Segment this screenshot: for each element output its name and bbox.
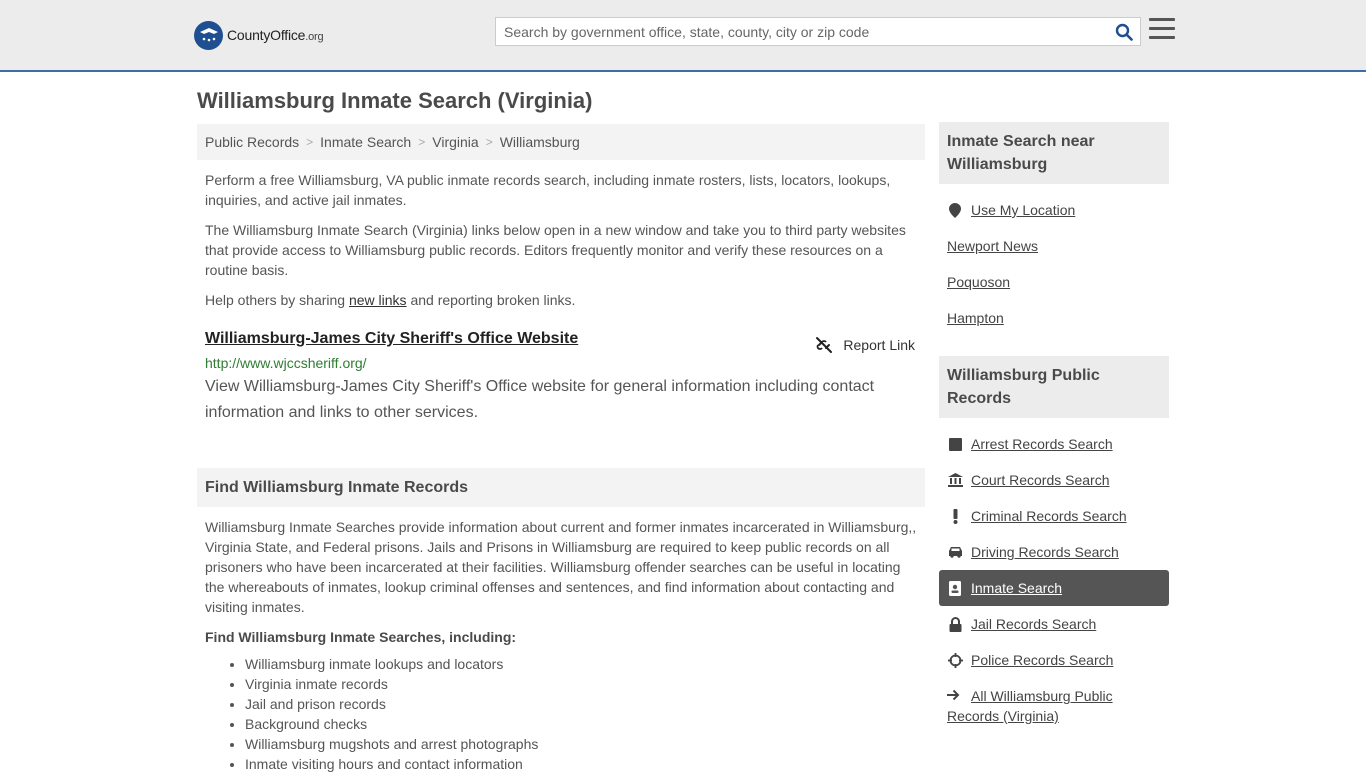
chevron-right-icon: > [306,135,314,149]
sidebar: Inmate Search near Williamsburg Use My L… [939,122,1169,726]
sidebar-item-inmate-search[interactable]: Inmate Search [939,570,1169,606]
page-title: Williamsburg Inmate Search (Virginia) [197,88,593,113]
sidebar-item-court-records[interactable]: Court Records Search [939,462,1169,498]
sheriff-office-link[interactable]: Williamsburg-James City Sheriff's Office… [205,330,578,347]
sidebar-item-arrest-records[interactable]: Arrest Records Search [939,426,1169,462]
list-item: Inmate visiting hours and contact inform… [245,754,925,774]
list-item: Background checks [245,714,925,734]
public-records-heading: Williamsburg Public Records [939,356,1169,418]
square-icon [947,437,963,451]
search-icon [1115,23,1133,41]
find-searches-subheading: Find Williamsburg Inmate Searches, inclu… [205,629,517,645]
find-records-paragraph: Williamsburg Inmate Searches provide inf… [205,519,917,615]
eagle-seal-icon [194,20,223,50]
near-heading: Inmate Search near Williamsburg [939,122,1169,184]
sidebar-item-poquoson[interactable]: Poquoson [939,264,1169,300]
site-logo[interactable]: CountyOffice.org [194,20,324,50]
search-types-list: Williamsburg inmate lookups and locators… [197,654,925,774]
resource-link-card: Williamsburg-James City Sheriff's Office… [197,330,925,426]
resource-description: View Williamsburg-James City Sheriff's O… [205,378,875,421]
sidebar-item-police-records[interactable]: Police Records Search [939,642,1169,678]
lock-icon [947,616,963,632]
exclamation-icon [947,508,963,524]
crosshair-icon [947,652,963,668]
hamburger-menu-icon[interactable] [1149,18,1175,44]
sidebar-item-all-records[interactable]: All Williamsburg Public Records (Virgini… [939,678,1169,726]
site-header: CountyOffice.org [0,0,1366,72]
main-content: Public Records > Inmate Search > Virgini… [197,124,925,774]
new-links-link[interactable]: new links [349,292,407,308]
search-button[interactable] [1108,18,1140,45]
sidebar-item-driving-records[interactable]: Driving Records Search [939,534,1169,570]
courthouse-icon [947,473,963,487]
id-badge-icon [947,580,963,596]
resource-url: http://www.wjccsheriff.org/ [205,355,367,371]
find-records-heading: Find Williamsburg Inmate Records [197,468,925,507]
share-paragraph: Help others by sharing new links and rep… [205,292,576,308]
sidebar-item-use-my-location[interactable]: Use My Location [939,192,1169,228]
broken-link-icon [816,337,833,353]
car-icon [947,546,963,558]
search-bar [495,17,1141,46]
sidebar-item-newport-news[interactable]: Newport News [939,228,1169,264]
chevron-right-icon: > [485,135,493,149]
list-item: Williamsburg inmate lookups and locators [245,654,925,674]
list-item: Williamsburg mugshots and arrest photogr… [245,734,925,754]
sidebar-item-hampton[interactable]: Hampton [939,300,1169,336]
logo-text: CountyOffice.org [227,27,324,43]
search-input[interactable] [496,18,1108,45]
intro-paragraph: Perform a free Williamsburg, VA public i… [205,172,891,208]
breadcrumb-williamsburg: Williamsburg [499,134,580,150]
sidebar-item-jail-records[interactable]: Jail Records Search [939,606,1169,642]
arrow-right-icon [947,686,963,706]
breadcrumb-virginia[interactable]: Virginia [432,134,478,150]
disclaimer-paragraph: The Williamsburg Inmate Search (Virginia… [205,222,906,278]
breadcrumb: Public Records > Inmate Search > Virgini… [197,124,925,160]
list-item: Virginia inmate records [245,674,925,694]
breadcrumb-public-records[interactable]: Public Records [205,134,299,150]
map-pin-icon [947,202,963,218]
report-link-button[interactable]: Report Link [815,336,915,354]
sidebar-item-criminal-records[interactable]: Criminal Records Search [939,498,1169,534]
chevron-right-icon: > [418,135,426,149]
list-item: Jail and prison records [245,694,925,714]
breadcrumb-inmate-search[interactable]: Inmate Search [320,134,411,150]
